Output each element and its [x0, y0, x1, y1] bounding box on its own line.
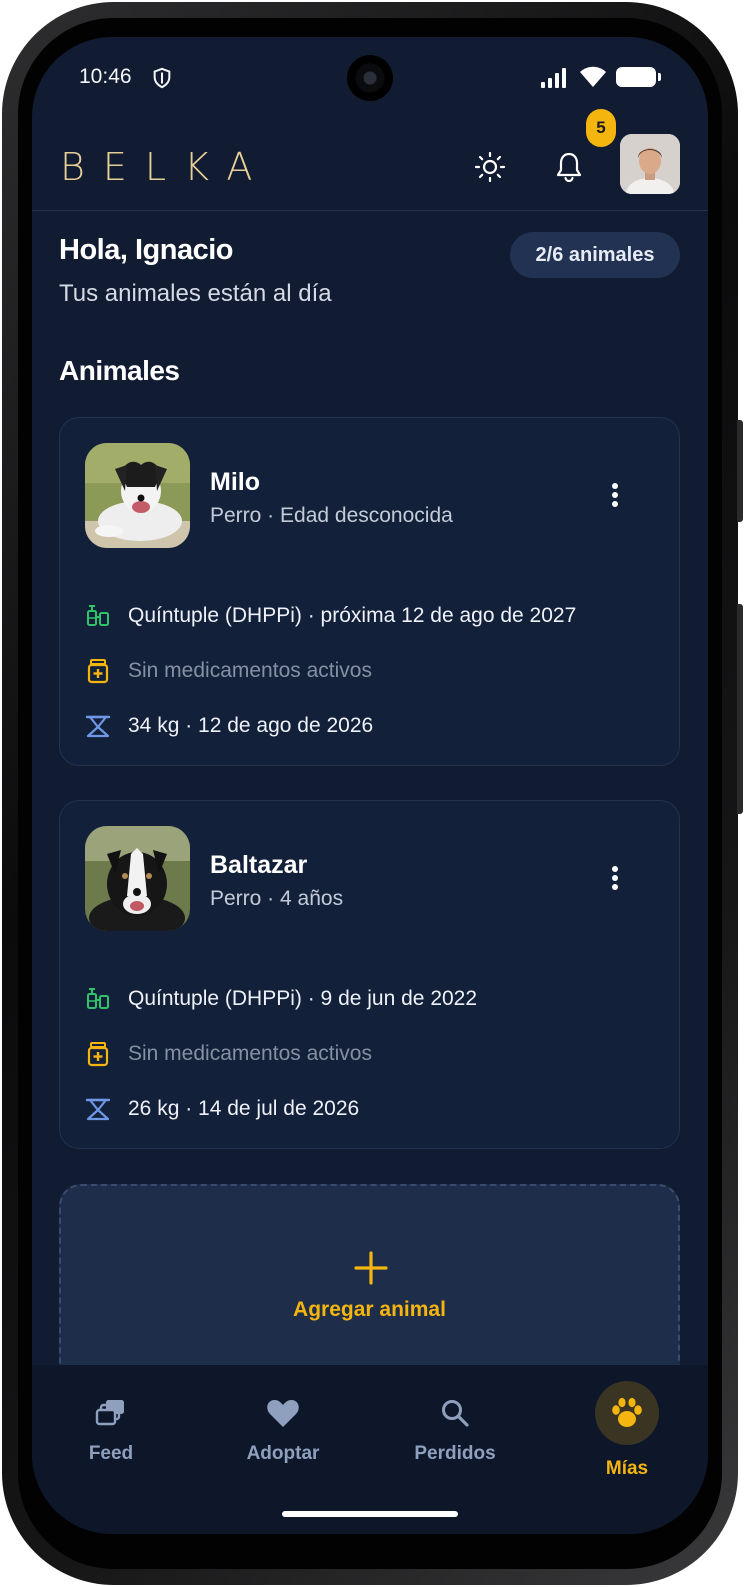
- vaccine-text: Quíntuple (DHPPi) · 9 de jun de 2022: [128, 987, 478, 1010]
- nav-label-mias: Mías: [605, 1458, 649, 1479]
- nav-item-perdidos[interactable]: Perdidos: [370, 1365, 540, 1485]
- section-title: Animales: [59, 355, 180, 386]
- phone-frame: 10:46 BELKA 5 Hola, Ignacio Tus animales…: [2, 2, 743, 1585]
- search-icon: [437, 1395, 473, 1431]
- weight-row: 34 kg · 12 de ago de 2026: [84, 711, 373, 741]
- nav-label-adoptar: Adoptar: [246, 1443, 320, 1464]
- notifications-button[interactable]: [547, 145, 591, 189]
- medication-icon: [84, 657, 112, 685]
- avatar[interactable]: [620, 134, 680, 194]
- animal-subtitle: Perro · 4 años: [210, 887, 344, 910]
- weight-text: 34 kg · 12 de ago de 2026: [128, 714, 374, 737]
- more-options-button[interactable]: [600, 863, 630, 893]
- battery-icon: [616, 67, 661, 87]
- theme-toggle-button[interactable]: [468, 145, 512, 189]
- shield-icon: [153, 67, 171, 89]
- nav-label-feed: Feed: [88, 1443, 134, 1464]
- bell-icon: [556, 152, 582, 183]
- plus-icon: [354, 1251, 388, 1285]
- animal-photo: [85, 443, 190, 548]
- vaccine-text: Quíntuple (DHPPi) · próxima 12 de ago de…: [128, 604, 577, 627]
- animal-name: Baltazar: [210, 851, 308, 879]
- volume-button: [737, 420, 743, 522]
- front-camera: [347, 55, 393, 101]
- nav-label-perdidos: Perdidos: [414, 1443, 496, 1464]
- vaccine-row: Quíntuple (DHPPi) · próxima 12 de ago de…: [84, 601, 576, 631]
- animal-count-badge: 2/6 animales: [510, 232, 680, 278]
- vaccine-icon: [84, 602, 112, 630]
- more-vertical-icon: [612, 483, 618, 507]
- dog-photo-baltazar: [85, 826, 190, 931]
- greeting-title: Hola, Ignacio: [59, 234, 233, 266]
- weight-text: 26 kg · 14 de jul de 2026: [128, 1097, 360, 1120]
- animal-card-milo[interactable]: Milo Perro · Edad desconocida Quíntuple …: [59, 417, 680, 766]
- belka-logo[interactable]: BELKA: [60, 145, 270, 189]
- signal-icon: [541, 68, 566, 88]
- animal-photo: [85, 826, 190, 931]
- medication-icon: [84, 1040, 112, 1068]
- wifi-icon: [580, 66, 606, 87]
- notification-badge: 5: [586, 109, 616, 147]
- vaccine-icon: [84, 985, 112, 1013]
- more-vertical-icon: [612, 866, 618, 890]
- nav-item-feed[interactable]: Feed: [32, 1365, 196, 1485]
- more-options-button[interactable]: [600, 480, 630, 510]
- animal-name: Milo: [210, 468, 260, 496]
- status-time: 10:46: [79, 65, 132, 88]
- feed-icon: [93, 1395, 129, 1431]
- sun-icon: [474, 151, 506, 183]
- weight-row: 26 kg · 14 de jul de 2026: [84, 1094, 359, 1124]
- medication-text: Sin medicamentos activos: [128, 659, 372, 682]
- scale-icon: [84, 1095, 112, 1123]
- dog-photo-milo: [85, 443, 190, 548]
- vaccine-row: Quíntuple (DHPPi) · 9 de jun de 2022: [84, 984, 477, 1014]
- medication-row: Sin medicamentos activos: [84, 656, 372, 686]
- medication-text: Sin medicamentos activos: [128, 1042, 372, 1065]
- heart-icon: [265, 1395, 301, 1431]
- nav-item-mias[interactable]: Mías: [542, 1365, 708, 1485]
- medication-row: Sin medicamentos activos: [84, 1039, 372, 1069]
- add-animal-button[interactable]: Agregar animal: [59, 1184, 680, 1384]
- home-indicator[interactable]: [282, 1511, 458, 1517]
- animal-subtitle: Perro · Edad desconocida: [210, 504, 453, 527]
- power-button: [737, 604, 743, 814]
- avatar-photo: [620, 134, 680, 194]
- status-bar: 10:46: [32, 37, 708, 117]
- add-animal-label: Agregar animal: [293, 1298, 446, 1321]
- bottom-navigation: Feed Adoptar Perdidos Mías: [32, 1365, 708, 1534]
- greeting-subtitle: Tus animales están al día: [59, 280, 332, 307]
- animal-card-baltazar[interactable]: Baltazar Perro · 4 años Quíntuple (DHPPi…: [59, 800, 680, 1149]
- scale-icon: [84, 712, 112, 740]
- nav-item-adoptar[interactable]: Adoptar: [198, 1365, 368, 1485]
- app-screen: 10:46 BELKA 5 Hola, Ignacio Tus animales…: [32, 37, 708, 1534]
- paw-icon: [595, 1381, 659, 1445]
